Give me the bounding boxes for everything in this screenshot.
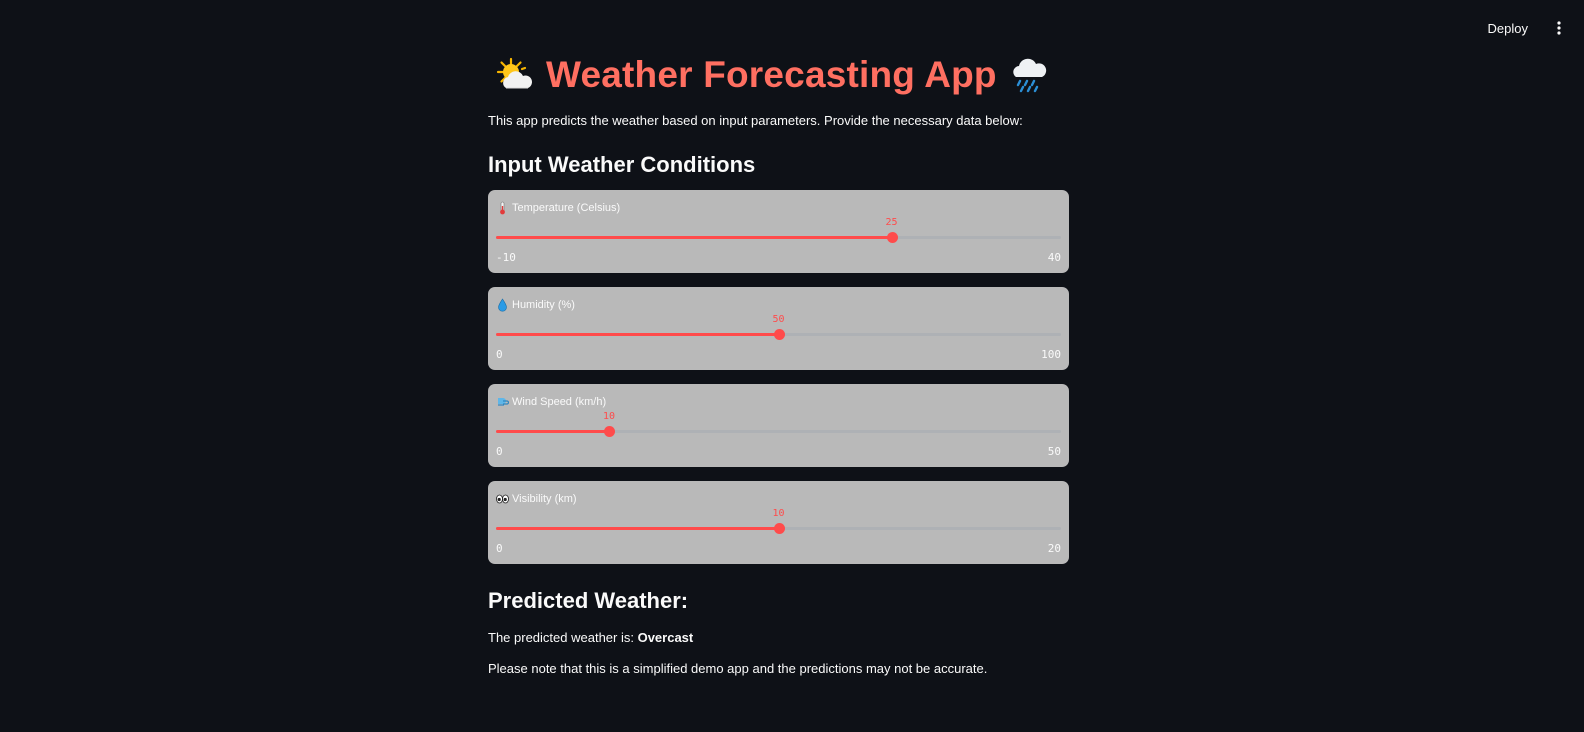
prediction-heading: Predicted Weather: bbox=[488, 588, 689, 613]
cloud-with-rain-icon bbox=[1013, 58, 1046, 93]
page-title: Weather Forecasting App bbox=[488, 53, 1069, 97]
slider-max-label: 40 bbox=[1047, 251, 1061, 264]
slider-label: Temperature (Celsius) bbox=[496, 201, 620, 215]
slider-max-label: 100 bbox=[1041, 348, 1061, 361]
slider-fill bbox=[496, 333, 779, 336]
slider-max-label: 50 bbox=[1047, 445, 1061, 458]
slider-fill bbox=[496, 236, 892, 239]
slider-value: 25 bbox=[885, 217, 898, 228]
visibility-label: Visibility (km) bbox=[512, 493, 577, 505]
humidity-label: Humidity (%) bbox=[512, 299, 575, 311]
eyes-icon bbox=[496, 494, 509, 504]
deploy-button[interactable]: Deploy bbox=[1478, 15, 1538, 42]
visibility-slider-card: Visibility (km) 10 0 20 bbox=[488, 481, 1069, 564]
disclaimer-note: Please note that this is a simplified de… bbox=[488, 661, 988, 676]
wind-face-icon bbox=[498, 398, 509, 406]
wind-speed-slider-thumb[interactable] bbox=[604, 426, 615, 437]
droplet-icon bbox=[498, 298, 507, 312]
temperature-label: Temperature (Celsius) bbox=[512, 202, 621, 214]
wind-speed-slider-card: Wind Speed (km/h) 10 0 50 bbox=[488, 384, 1069, 467]
visibility-slider-thumb[interactable] bbox=[773, 523, 785, 534]
slider-min-label: 0 bbox=[496, 445, 503, 458]
intro-text: This app predicts the weather based on i… bbox=[488, 113, 1023, 128]
prediction-value: Overcast bbox=[637, 630, 694, 645]
top-toolbar: Deploy bbox=[1478, 0, 1584, 56]
slider-label: Humidity (%) bbox=[496, 298, 575, 312]
app-title: Weather Forecasting App bbox=[546, 54, 997, 95]
wind-speed-label: Wind Speed (km/h) bbox=[512, 396, 607, 408]
input-section-heading: Input Weather Conditions bbox=[488, 152, 756, 177]
main-menu-button[interactable] bbox=[1548, 14, 1570, 42]
wind-speed-slider-track[interactable]: 10 bbox=[496, 411, 1061, 437]
slider-value: 50 bbox=[772, 314, 785, 325]
slider-min-label: -10 bbox=[496, 251, 516, 264]
prediction-prefix: The predicted weather is: bbox=[488, 630, 638, 645]
humidity-slider-track[interactable]: 50 bbox=[496, 314, 1061, 340]
humidity-slider-card: Humidity (%) 50 0 100 bbox=[488, 287, 1069, 370]
slider-label: Wind Speed (km/h) bbox=[496, 395, 606, 409]
temperature-slider-track[interactable]: 25 bbox=[496, 217, 1061, 243]
slider-min-label: 0 bbox=[496, 348, 503, 361]
slider-label: Visibility (km) bbox=[496, 492, 577, 506]
prediction-result: The predicted weather is: Overcast bbox=[488, 630, 1069, 645]
sun-behind-cloud-icon bbox=[496, 57, 532, 89]
vertical-ellipsis-icon bbox=[1557, 21, 1561, 35]
humidity-slider-thumb[interactable] bbox=[773, 329, 785, 340]
slider-min-label: 0 bbox=[496, 542, 503, 555]
visibility-slider-track[interactable]: 10 bbox=[496, 508, 1061, 534]
main-content: Weather Forecasting App This app predict… bbox=[488, 0, 1069, 676]
temperature-slider-card: Temperature (Celsius) 25 -10 40 bbox=[488, 190, 1069, 273]
slider-fill bbox=[496, 527, 779, 530]
slider-max-label: 20 bbox=[1047, 542, 1061, 555]
slider-value: 10 bbox=[602, 411, 616, 422]
slider-fill bbox=[496, 430, 609, 433]
slider-value: 10 bbox=[772, 508, 785, 519]
thermometer-icon bbox=[500, 201, 505, 215]
temperature-slider-thumb[interactable] bbox=[886, 232, 898, 243]
